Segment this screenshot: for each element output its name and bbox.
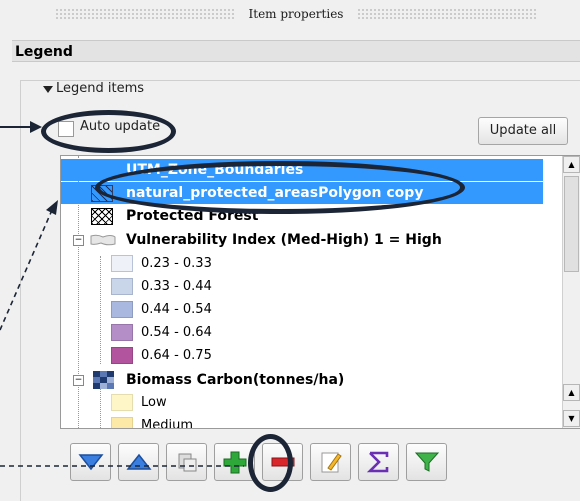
add-item-button[interactable] [214,443,255,481]
grip-right [357,8,538,20]
color-swatch [111,324,133,341]
legend-items-tree[interactable]: UTM_Zone_Boundaries natural_protected_ar… [60,155,580,429]
grip-left [54,8,235,20]
class-label: 0.23 - 0.33 [141,256,212,271]
tree-row-label: natural_protected_areasPolygon copy [126,185,424,201]
scroll-up-icon[interactable]: ▲ [563,384,580,401]
collapse-icon[interactable]: − [73,375,84,386]
sum-icon [366,451,389,473]
scroll-down-icon[interactable]: ▼ [563,410,580,427]
title-bar[interactable]: Item properties [12,0,580,28]
move-up-button[interactable] [118,443,159,481]
legend-items-title[interactable]: Legend items [56,81,151,96]
add-group-button[interactable] [166,443,207,481]
legend-toolbar [70,443,447,483]
group-icon [178,453,197,472]
scroll-up-icon[interactable]: ▲ [563,156,580,173]
color-swatch [111,278,133,295]
class-label: Low [141,395,167,410]
legend-section-header[interactable]: Legend [12,40,580,62]
vertical-scrollbar[interactable]: ▲ ▲ ▼ [562,156,580,428]
tree-row-label: UTM_Zone_Boundaries [126,162,304,178]
item-properties-panel: Item properties Legend Legend items Auto… [12,0,580,501]
filter-icon [414,452,440,472]
tree-guide [100,388,101,428]
move-down-icon [78,454,104,471]
update-all-button[interactable]: Update all [478,117,568,145]
color-swatch [111,255,133,272]
hatch-symbol-icon [91,185,113,202]
auto-update-label[interactable]: Auto update [80,119,160,134]
class-label: 0.33 - 0.44 [141,279,212,294]
count-button[interactable] [358,443,399,481]
crosshatch-symbol-icon [91,208,113,225]
auto-update-checkbox[interactable] [58,121,74,137]
polygon-layer-icon [90,234,116,246]
tree-row-utm[interactable]: UTM_Zone_Boundaries [61,159,543,181]
window-title: Item properties [248,7,344,21]
filter-button[interactable] [406,443,447,481]
edit-icon [321,452,342,473]
class-label: 0.44 - 0.54 [141,302,212,317]
collapse-arrow-icon[interactable] [43,86,53,93]
remove-item-button[interactable] [262,443,303,481]
class-label: 0.64 - 0.75 [141,348,212,363]
collapse-icon[interactable]: − [73,235,84,246]
tree-row-label: Protected Forest [126,208,259,224]
class-label: 0.54 - 0.64 [141,325,212,340]
edit-item-button[interactable] [310,443,351,481]
tree-row-label: Vulnerability Index (Med-High) 1 = High [126,232,442,248]
color-swatch [111,417,133,428]
color-swatch [111,394,133,411]
class-label: Medium [141,418,193,429]
tree-row-label: Biomass Carbon(tonnes/ha) [126,372,345,388]
raster-layer-icon [93,371,114,389]
scroll-thumb[interactable] [564,176,579,272]
tree-row-natural-protected[interactable]: natural_protected_areasPolygon copy [61,182,543,204]
move-up-icon [126,453,152,470]
remove-icon [271,457,295,467]
tree-guide [100,256,101,364]
color-swatch [111,301,133,318]
move-down-button[interactable] [70,443,111,481]
color-swatch [111,347,133,364]
add-icon [223,451,247,474]
